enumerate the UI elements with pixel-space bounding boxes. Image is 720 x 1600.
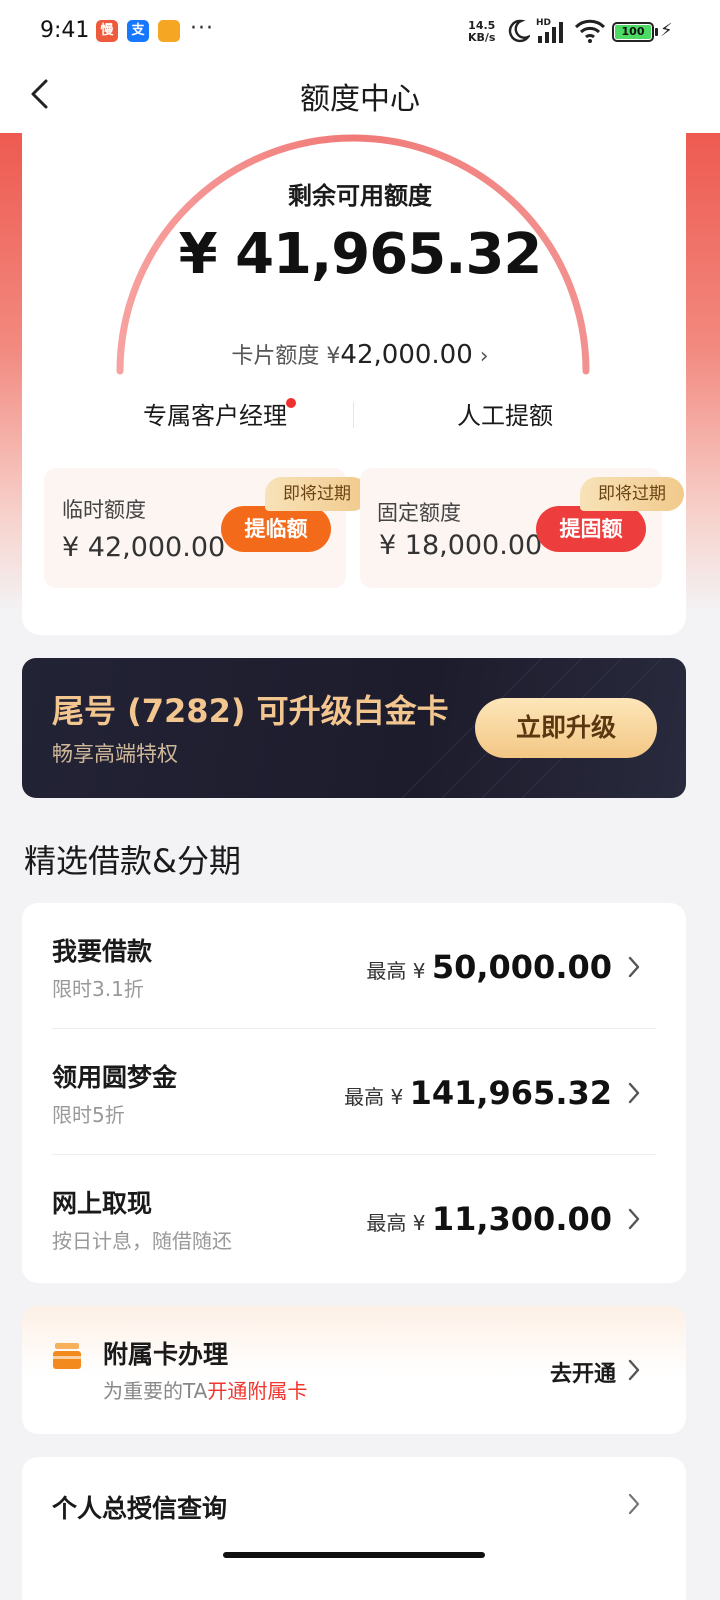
expiring-tag: 即将过期	[265, 477, 369, 511]
network-speed: 14.5 KB/s	[468, 19, 496, 44]
chevron-right-icon: ›	[479, 344, 489, 369]
divider	[353, 402, 354, 428]
notification-dot	[286, 398, 296, 408]
credit-query-row[interactable]	[22, 1457, 686, 1600]
upgrade-subtitle: 畅享高端特权	[52, 742, 178, 766]
open-supplementary-button[interactable]: 去开通	[550, 1356, 616, 1388]
loan-max-amount: 最高 ¥ 50,000.00	[366, 948, 612, 986]
remaining-quota-label: 剩余可用额度	[288, 182, 432, 210]
more-notifications-icon: ···	[190, 16, 214, 41]
cell-signal-icon	[538, 22, 563, 43]
raise-fixed-quota-button[interactable]: 提固额	[536, 506, 646, 552]
raise-temp-quota-button[interactable]: 提临额	[221, 506, 331, 552]
fixed-quota-amount: ¥ 18,000.00	[379, 530, 543, 561]
loan-subtitle: 限时5折	[52, 1103, 125, 1127]
remaining-quota-amount: ¥ 41,965.32	[178, 222, 543, 287]
app-tile-red-icon: 慢	[96, 20, 118, 42]
upgrade-now-button[interactable]: 立即升级	[475, 698, 657, 758]
upgrade-title: 尾号 (7282) 可升级白金卡	[52, 692, 449, 730]
app-tile-orange-icon	[158, 20, 180, 42]
card-stack-icon	[53, 1343, 81, 1369]
loan-title: 领用圆梦金	[52, 1063, 178, 1092]
manual-raise-button[interactable]: 人工提额	[400, 396, 610, 431]
moon-icon	[508, 19, 530, 43]
loan-title: 我要借款	[52, 937, 153, 966]
expiring-tag: 即将过期	[580, 477, 684, 511]
chevron-right-icon	[628, 1493, 640, 1515]
credit-query-title: 个人总授信查询	[52, 1494, 228, 1523]
supplementary-card-title: 附属卡办理	[103, 1340, 229, 1369]
chevron-right-icon	[628, 956, 640, 978]
supplementary-card-subtitle: 为重要的TA开通附属卡	[103, 1379, 308, 1403]
fixed-quota-label: 固定额度	[377, 501, 461, 525]
battery-cap	[655, 28, 658, 36]
status-time: 9:41	[40, 18, 90, 43]
card-limit-link[interactable]: 卡片额度 ¥42,000.00 ›	[0, 338, 720, 370]
chevron-right-icon	[628, 1082, 640, 1104]
temp-quota-amount: ¥ 42,000.00	[62, 532, 226, 563]
wifi-icon	[574, 19, 606, 43]
page-title: 额度中心	[300, 82, 420, 117]
loan-subtitle: 按日计息，随借随还	[52, 1229, 232, 1253]
loan-subtitle: 限时3.1折	[52, 977, 144, 1001]
charging-icon: ⚡	[660, 20, 673, 41]
loan-max-amount: 最高 ¥ 141,965.32	[344, 1074, 612, 1112]
temp-quota-label: 临时额度	[62, 498, 146, 522]
alipay-icon: 支	[127, 20, 149, 42]
battery-icon: 100	[612, 22, 654, 42]
loan-title: 网上取现	[52, 1189, 153, 1218]
chevron-right-icon	[628, 1208, 640, 1230]
section-title: 精选借款&分期	[24, 842, 241, 880]
home-indicator[interactable]	[223, 1552, 485, 1558]
loan-max-amount: 最高 ¥ 11,300.00	[366, 1200, 612, 1238]
chevron-right-icon	[628, 1359, 640, 1381]
